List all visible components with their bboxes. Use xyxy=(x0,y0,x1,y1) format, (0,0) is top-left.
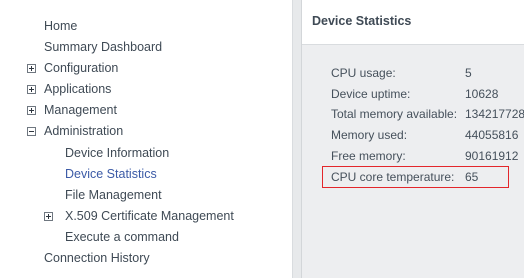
nav-item-file-management[interactable]: File Management xyxy=(65,185,162,205)
collapse-icon[interactable] xyxy=(27,127,36,136)
nav-item-x509-certificate-management[interactable]: X.509 Certificate Management xyxy=(65,206,234,226)
nav-item-execute-command[interactable]: Execute a command xyxy=(65,227,179,247)
device-admin-window: Home Summary Dashboard Configuration App… xyxy=(0,0,524,278)
expand-icon[interactable] xyxy=(27,85,36,94)
expand-icon[interactable] xyxy=(27,64,36,73)
stat-label-device-uptime: Device uptime: xyxy=(331,87,411,101)
nav-item-home[interactable]: Home xyxy=(44,16,77,36)
stat-value-memory-used: 44055816 xyxy=(465,128,519,142)
cpu-temperature-highlight-box xyxy=(322,166,509,188)
nav-item-applications[interactable]: Applications xyxy=(44,79,111,99)
stat-value-device-uptime: 10628 xyxy=(465,87,499,101)
nav-item-administration[interactable]: Administration xyxy=(44,121,123,141)
sidebar-nav: Home Summary Dashboard Configuration App… xyxy=(0,0,293,278)
stat-label-cpu-usage: CPU usage: xyxy=(331,66,396,80)
stat-label-free-memory: Free memory: xyxy=(331,149,406,163)
nav-item-summary-dashboard[interactable]: Summary Dashboard xyxy=(44,37,162,57)
stat-value-cpu-usage: 5 xyxy=(465,66,472,80)
expand-icon[interactable] xyxy=(27,106,36,115)
stat-label-total-memory: Total memory available: xyxy=(331,107,458,121)
stat-label-memory-used: Memory used: xyxy=(331,128,408,142)
panel-header: Device Statistics xyxy=(302,0,524,45)
nav-item-device-statistics[interactable]: Device Statistics xyxy=(65,164,157,184)
panel-divider xyxy=(293,0,301,278)
stat-value-free-memory: 90161912 xyxy=(465,149,519,163)
stat-value-total-memory: 134217728 xyxy=(465,107,524,121)
nav-item-management[interactable]: Management xyxy=(44,100,117,120)
nav-item-connection-history[interactable]: Connection History xyxy=(44,248,150,268)
device-statistics-panel: Device Statistics CPU usage: 5 Device up… xyxy=(301,0,524,278)
nav-item-configuration[interactable]: Configuration xyxy=(44,58,118,78)
expand-icon[interactable] xyxy=(44,212,53,221)
nav-item-device-information[interactable]: Device Information xyxy=(65,143,169,163)
panel-title: Device Statistics xyxy=(312,14,412,28)
